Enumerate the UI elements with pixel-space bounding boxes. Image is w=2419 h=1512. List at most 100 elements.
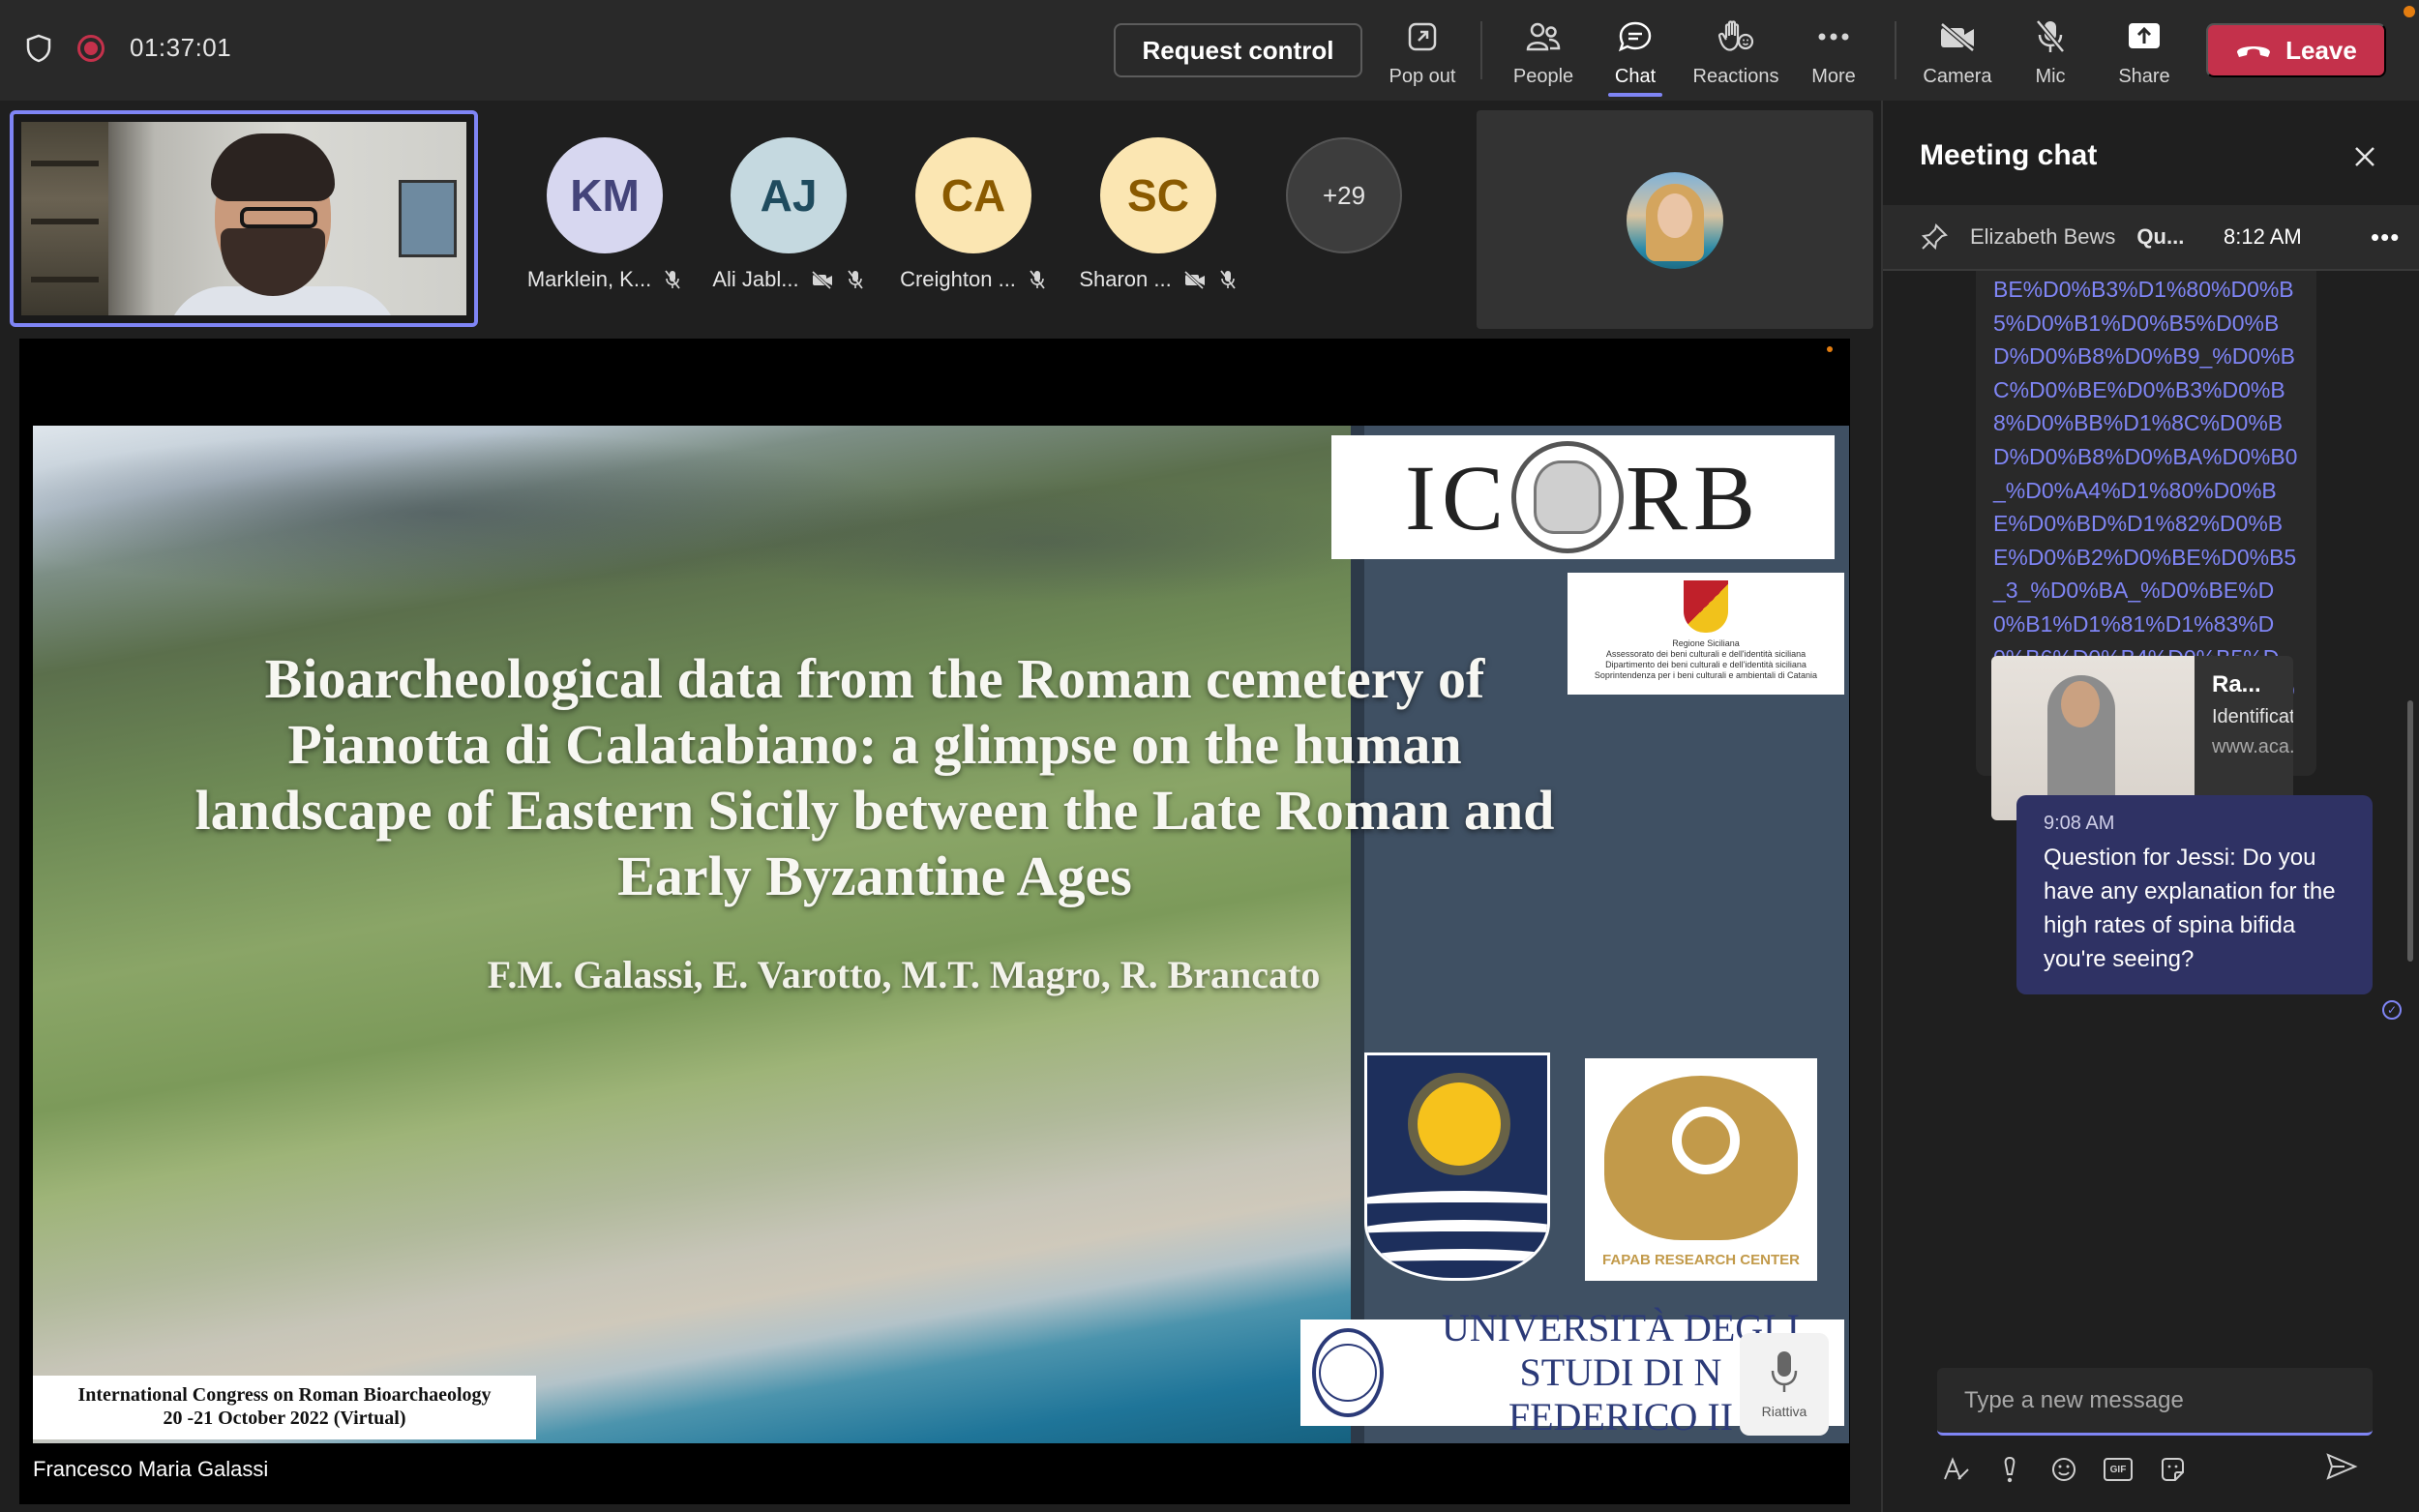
link-preview-description: Identificat... <box>2212 704 2289 730</box>
fapab-logo: FAPAB RESEARCH CENTER <box>1585 1058 1817 1281</box>
meeting-chat-panel: Meeting chat Elizabeth Bews Qu... 8:12 A… <box>1881 101 2419 1512</box>
icorb-logo: ICRB <box>1331 435 1835 559</box>
mic-button[interactable]: Mic <box>1997 15 2104 88</box>
more-icon <box>1816 15 1851 58</box>
link-preview-title: Ra... <box>2212 671 2289 698</box>
send-icon <box>2325 1452 2358 1481</box>
hang-up-icon <box>2235 41 2272 60</box>
request-control-button[interactable]: Request control <box>1114 23 1362 77</box>
reactions-label: Reactions <box>1693 66 1779 88</box>
participant-tile[interactable]: AJ Ali Jabl... <box>726 137 851 292</box>
active-tab-indicator <box>1608 93 1662 97</box>
share-button[interactable]: Share <box>2091 15 2197 88</box>
toolbar-divider <box>1895 21 1896 79</box>
meeting-timer: 01:37:01 <box>130 33 231 63</box>
unmute-button[interactable]: Riattiva <box>1740 1333 1829 1436</box>
participant-name: Sharon ... <box>1079 267 1171 292</box>
meeting-toolbar: 01:37:01 Request control Pop out People … <box>0 0 2419 101</box>
avatar: SC <box>1100 137 1216 253</box>
participant-name: Ali Jabl... <box>712 267 798 292</box>
people-label: People <box>1513 66 1573 88</box>
pinned-author: Elizabeth Bews <box>1970 224 2115 250</box>
leave-button[interactable]: Leave <box>2206 23 2386 77</box>
send-button[interactable] <box>2322 1447 2361 1486</box>
university-shield-logo <box>1364 1052 1550 1281</box>
chat-message: BE%D0%B3%D1%80%D0%B5%D0%B1%D0%B5%D0%BD%D… <box>1976 271 2316 776</box>
regione-siciliana-logo: Regione SicilianaAssessorato dei beni cu… <box>1568 573 1844 695</box>
priority-icon[interactable] <box>1995 1455 2024 1484</box>
cursor-indicator <box>1827 346 1833 352</box>
my-chat-message: 9:08 AM Question for Jessi: Do you have … <box>2016 795 2373 994</box>
people-button[interactable]: People <box>1490 15 1597 88</box>
camera-off-icon <box>1183 270 1207 289</box>
share-label: Share <box>2118 66 2169 88</box>
more-label: More <box>1811 66 1856 88</box>
mic-muted-icon <box>1028 269 1047 290</box>
chat-title: Meeting chat <box>1920 139 2097 172</box>
share-icon <box>2126 15 2163 58</box>
avatar: KM <box>547 137 663 253</box>
avatar <box>1627 172 1723 269</box>
message-compose-box[interactable] <box>1937 1368 2373 1436</box>
pop-out-label: Pop out <box>1389 66 1456 88</box>
message-text: Question for Jessi: Do you have any expl… <box>2044 841 2345 976</box>
emoji-icon[interactable] <box>2049 1455 2078 1484</box>
mic-label: Mic <box>2035 66 2065 88</box>
message-time: 9:08 AM <box>2044 813 2345 835</box>
more-participants-button[interactable]: +29 <box>1286 137 1402 253</box>
presenter-name-label: Francesco Maria Galassi <box>33 1457 268 1482</box>
pin-icon <box>1920 222 1949 252</box>
close-chat-button[interactable] <box>2345 137 2384 176</box>
pinned-snippet: Qu... <box>2136 224 2184 250</box>
toolbar-divider <box>1480 21 1482 79</box>
camera-off-icon <box>1938 15 1977 58</box>
sticker-icon[interactable] <box>2158 1455 2187 1484</box>
camera-label: Camera <box>1923 66 1991 88</box>
camera-off-icon <box>811 270 834 289</box>
close-icon <box>2353 145 2376 168</box>
pinned-message-bar[interactable]: Elizabeth Bews Qu... 8:12 AM ••• <box>1883 205 2419 271</box>
avatar: CA <box>915 137 1031 253</box>
notification-dot <box>2404 6 2415 17</box>
unmute-label: Riattiva <box>1762 1404 1807 1419</box>
gif-icon[interactable]: GIF <box>2104 1458 2133 1481</box>
format-icon[interactable] <box>1941 1455 1970 1484</box>
meeting-status: 01:37:01 <box>25 33 231 63</box>
shield-icon <box>25 34 52 63</box>
pinned-time: 8:12 AM <box>2224 224 2302 250</box>
pop-out-button[interactable]: Pop out <box>1369 15 1476 88</box>
congress-caption: International Congress on Roman Bioarcha… <box>33 1376 536 1439</box>
mic-off-icon <box>2034 15 2067 58</box>
participant-tile[interactable]: KM Marklein, K... <box>542 137 668 292</box>
participant-tile[interactable]: CA Creighton ... <box>911 137 1036 292</box>
participant-video-tile[interactable] <box>1477 110 1873 329</box>
more-options-icon[interactable]: ••• <box>2371 222 2400 252</box>
camera-button[interactable]: Camera <box>1904 15 2011 88</box>
aerial-photo <box>33 426 1351 1443</box>
slide-authors: F.M. Galassi, E. Varotto, M.T. Magro, R.… <box>226 952 1581 997</box>
chat-label: Chat <box>1615 66 1656 88</box>
chat-icon <box>1617 15 1654 58</box>
participant-name: Marklein, K... <box>527 267 651 292</box>
compose-toolbar: GIF <box>1941 1449 2347 1490</box>
chat-button[interactable]: Chat <box>1582 15 1688 88</box>
avatar: AJ <box>731 137 847 253</box>
reactions-icon <box>1717 15 1755 58</box>
message-input[interactable] <box>1937 1368 2373 1433</box>
more-button[interactable]: More <box>1780 15 1887 88</box>
participant-tile[interactable]: SC Sharon ... <box>1095 137 1221 292</box>
presenter-video <box>21 122 466 315</box>
pop-out-icon <box>1406 15 1439 58</box>
microphone-icon <box>1770 1349 1799 1394</box>
people-icon <box>1524 15 1563 58</box>
reactions-button[interactable]: Reactions <box>1682 15 1790 88</box>
link-preview-url: www.aca... <box>2212 734 2289 760</box>
participant-name: Creighton ... <box>900 267 1016 292</box>
chat-scrollbar[interactable] <box>2407 700 2413 962</box>
presentation-slide: ICRB Regione SicilianaAssessorato dei be… <box>33 426 1849 1443</box>
leave-label: Leave <box>2285 36 2357 66</box>
self-video-tile[interactable] <box>10 110 478 327</box>
recording-indicator-icon <box>77 35 105 62</box>
slide-title: Bioarcheological data from the Roman cem… <box>188 646 1562 909</box>
mic-muted-icon <box>663 269 682 290</box>
